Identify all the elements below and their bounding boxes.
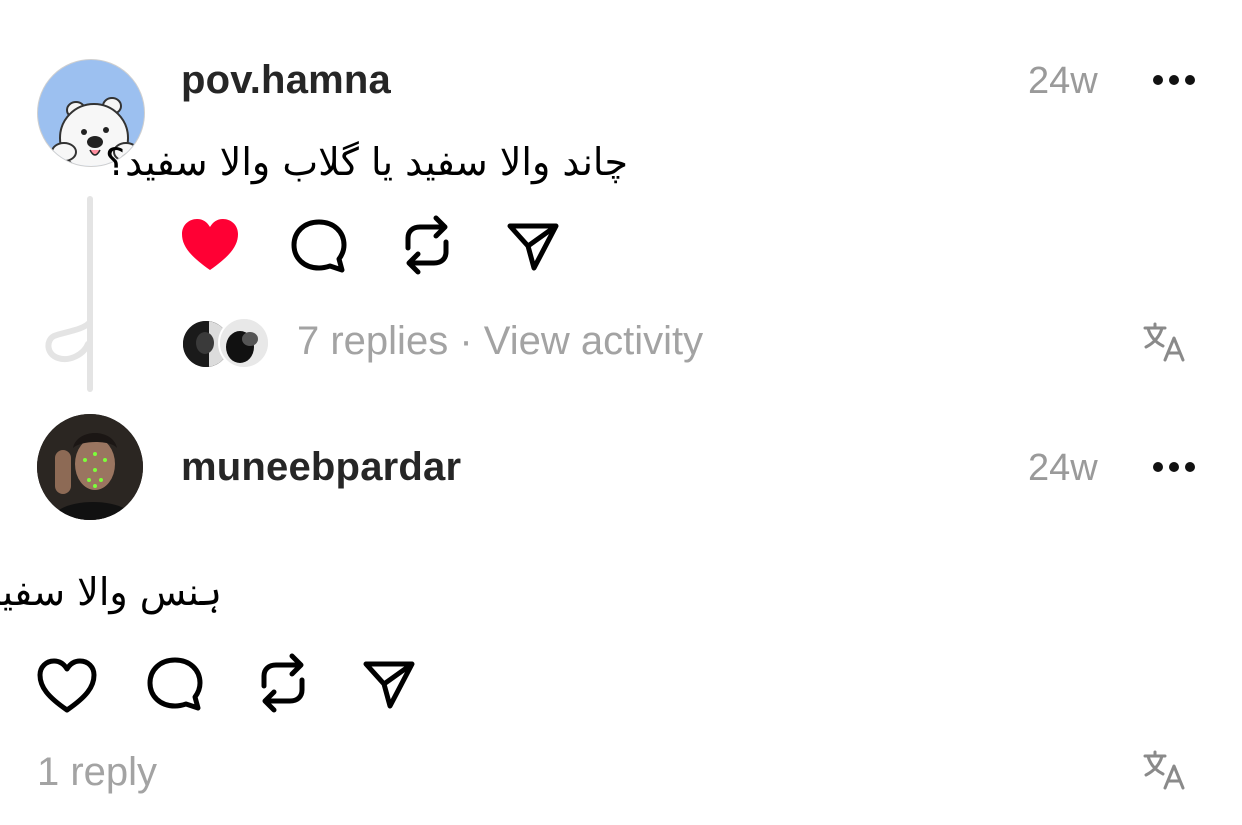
more-dots-icon[interactable] bbox=[1152, 74, 1196, 86]
replies-meta[interactable]: 7 replies · View activity bbox=[297, 319, 703, 364]
comment-bubble-icon[interactable] bbox=[146, 656, 204, 712]
user-photo-avatar bbox=[37, 414, 143, 520]
comment-text: چاند والا سفید یا گلاب والا سفید؟ bbox=[104, 140, 628, 184]
heart-icon[interactable] bbox=[36, 658, 98, 714]
comment-text: ہنس والا سفید bbox=[0, 570, 222, 614]
repost-icon[interactable] bbox=[400, 214, 454, 276]
more-dots-icon[interactable] bbox=[1152, 461, 1196, 473]
send-icon[interactable] bbox=[362, 658, 416, 710]
avatar[interactable] bbox=[37, 414, 143, 520]
reply-avatar-2 bbox=[218, 317, 270, 369]
replies-count[interactable]: 1 reply bbox=[37, 750, 157, 795]
translate-icon[interactable] bbox=[1143, 322, 1187, 362]
thread-loop bbox=[45, 319, 93, 362]
translate-icon[interactable] bbox=[1143, 750, 1187, 790]
username[interactable]: muneebpardar bbox=[181, 445, 461, 490]
send-icon[interactable] bbox=[506, 220, 560, 272]
view-activity-link[interactable]: View activity bbox=[484, 319, 703, 363]
separator: · bbox=[459, 319, 473, 363]
comment-bubble-icon[interactable] bbox=[290, 218, 348, 274]
timestamp: 24w bbox=[1028, 447, 1098, 489]
timestamp: 24w bbox=[1028, 60, 1098, 102]
replies-count[interactable]: 7 replies bbox=[297, 319, 448, 363]
username[interactable]: pov.hamna bbox=[181, 58, 391, 103]
heart-icon[interactable] bbox=[180, 218, 240, 272]
repost-icon[interactable] bbox=[256, 652, 310, 714]
